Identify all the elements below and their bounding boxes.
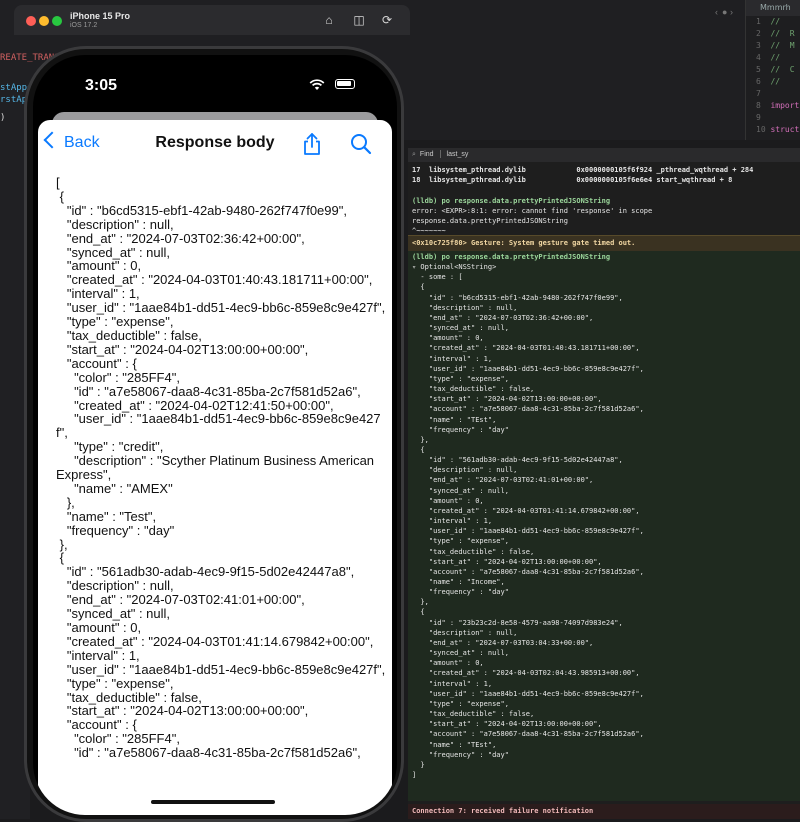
home-indicator[interactable]	[151, 800, 275, 804]
code-line: 3 // M	[756, 41, 795, 50]
zoom-window-button[interactable]	[52, 16, 62, 26]
xcode-right-editor: Mmmrh 1 // 2 // R 3 // M 4 // 5 // C 6 /…	[745, 0, 800, 140]
simulator-titlebar: iPhone 15 Pro iOS 17.2 ⌂ ◫ ⟳	[14, 5, 410, 35]
share-icon[interactable]	[300, 132, 324, 156]
backtrace-text: 17 libsystem_pthread.dylib 0x0000000105f…	[412, 166, 754, 185]
json-output-text: ▿ Optional<NSString> - some : [ { "id" :…	[412, 263, 644, 779]
code-line: 7	[756, 89, 761, 98]
home-icon[interactable]: ⌂	[322, 13, 336, 27]
code-line: 9	[756, 113, 761, 122]
status-time: 3:05	[85, 77, 118, 94]
chevron-right-icon[interactable]: ›	[730, 7, 740, 17]
find-label: Find	[419, 150, 434, 158]
battery-icon	[335, 79, 355, 89]
lldb-output: (lldb) po response.data.prettyPrintedJSO…	[412, 252, 644, 780]
rotate-icon[interactable]: ⟳	[380, 13, 394, 27]
code-line: 2 // R	[756, 29, 795, 38]
gesture-warning: <0x10c725f80> Gesture: System gesture ga…	[408, 235, 800, 252]
search-icon[interactable]	[350, 133, 372, 155]
code-line: 6 //	[756, 77, 781, 86]
code-line: 10 struct	[756, 125, 800, 134]
error-text: error: <EXPR>:8:1: error: cannot find 'r…	[412, 206, 653, 236]
os-version: iOS 17.2	[70, 22, 98, 29]
close-window-button[interactable]	[26, 16, 36, 26]
search-icon: ⌕	[412, 150, 416, 158]
editor-tab[interactable]: Mmmrh	[746, 0, 800, 16]
iphone-screen: 3:05 Back Response body [ { "id" : "b6cd…	[33, 55, 397, 815]
dynamic-island	[158, 70, 272, 102]
lldb-command: (lldb) po response.data.prettyPrintedJSO…	[412, 253, 611, 261]
minimize-window-button[interactable]	[39, 16, 49, 26]
response-json-text: [ { "id" : "b6cd5315-ebf1-42ab-9480-262f…	[56, 175, 386, 761]
connection-failure-bar: Connection 7: received failure notificat…	[408, 804, 800, 819]
connection-text: Connection 7: received failure notificat…	[412, 807, 594, 815]
device-name: iPhone 15 Pro	[70, 11, 131, 21]
wifi-icon	[309, 79, 325, 90]
find-value[interactable]: last_sy	[447, 151, 469, 158]
code-line: 4 //	[756, 53, 781, 62]
console-output-top: 17 libsystem_pthread.dylib 0x0000000105f…	[412, 165, 753, 236]
screenshot-icon[interactable]: ◫	[352, 13, 366, 27]
gesture-text: <0x10c725f80> Gesture: System gesture ga…	[412, 239, 636, 247]
response-sheet: Back Response body [ { "id" : "b6cd5315-…	[38, 120, 392, 815]
code-line: 1 //	[756, 17, 781, 26]
xcode-toolbar: ‹ ● ›	[410, 4, 740, 20]
code-line: 8 import	[756, 101, 800, 110]
page-title: Response body	[155, 134, 275, 151]
find-field[interactable]: ⌕ Find last_sy	[412, 150, 542, 160]
code-line: 5 // C	[756, 65, 795, 74]
debug-console: ⌕ Find last_sy 17 libsystem_pthread.dylib …	[408, 148, 800, 819]
navigation-bar: Back Response body	[38, 120, 392, 166]
console-filter-bar: ⌕ Find last_sy	[408, 148, 800, 162]
lldb-command: (lldb) po response.data.prettyPrintedJSO…	[412, 196, 611, 205]
